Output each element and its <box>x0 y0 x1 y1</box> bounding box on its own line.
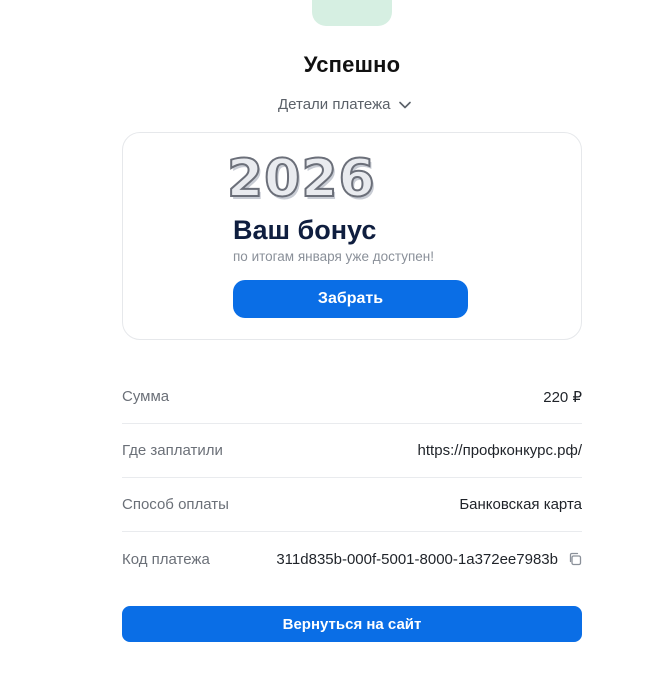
promo-heading: Ваш бонус <box>233 215 377 245</box>
promo-year-graphic: 2026 <box>226 149 376 209</box>
promo-subtitle: по итогам января уже доступен! <box>233 249 434 264</box>
amount-label: Сумма <box>122 388 170 405</box>
payment-details-list: Сумма 220 ₽ Где заплатили https://профко… <box>122 370 582 586</box>
payment-details-toggle-label: Детали платежа <box>278 96 391 113</box>
copy-icon[interactable] <box>568 552 582 566</box>
details-row-merchant: Где заплатили https://профконкурс.рф/ <box>122 424 582 478</box>
payment-method-label: Способ оплаты <box>122 496 229 513</box>
bonus-promo-card: 2026 Ваш бонус по итогам января уже дост… <box>122 132 582 340</box>
payment-success-page: Успешно Детали платежа 2026 Ваш бонус по… <box>0 0 663 679</box>
details-row-payment-method: Способ оплаты Банковская карта <box>122 478 582 532</box>
chevron-down-icon <box>398 101 411 108</box>
page-title: Успешно <box>303 52 401 77</box>
payment-method-value: Банковская карта <box>459 496 582 513</box>
payment-code-label: Код платежа <box>122 550 210 568</box>
claim-bonus-button[interactable]: Забрать <box>233 280 468 318</box>
amount-value: 220 ₽ <box>543 388 582 406</box>
details-row-amount: Сумма 220 ₽ <box>122 370 582 424</box>
payment-code-wrap: 311d835b-000f-5001-8000-1a372ee7983b <box>276 551 582 568</box>
merchant-value: https://профконкурс.рф/ <box>417 442 582 459</box>
merchant-label: Где заплатили <box>122 442 223 459</box>
success-check-icon <box>312 0 392 26</box>
details-row-payment-code: Код платежа 311d835b-000f-5001-8000-1a37… <box>122 532 582 586</box>
payment-details-toggle[interactable]: Детали платежа <box>278 96 411 113</box>
return-to-site-button[interactable]: Вернуться на сайт <box>122 606 582 642</box>
payment-code-value: 311d835b-000f-5001-8000-1a372ee7983b <box>276 550 558 568</box>
